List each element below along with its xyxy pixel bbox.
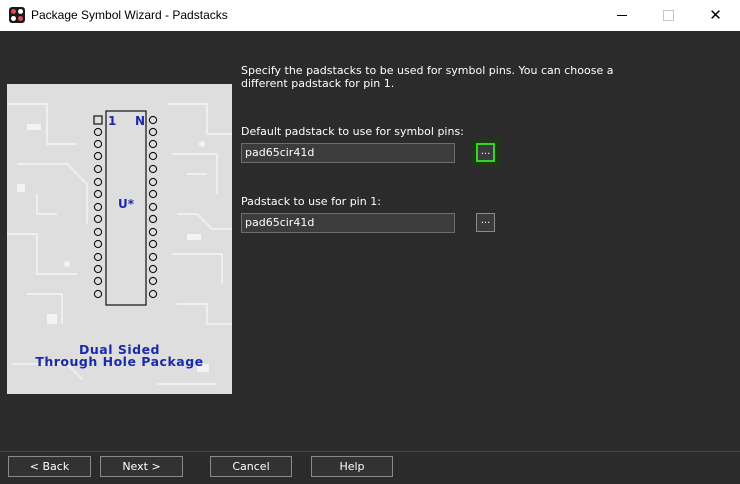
next-button[interactable]: Next > (100, 456, 183, 477)
cancel-button[interactable]: Cancel (210, 456, 292, 477)
package-caption-line2: Through Hole Package (35, 354, 204, 369)
pin1-square-pad (93, 115, 103, 125)
pin1-padstack-input[interactable]: pad65cir41d (241, 213, 455, 233)
default-padstack-label: Default padstack to use for symbol pins: (241, 125, 464, 138)
back-button[interactable]: < Back (8, 456, 91, 477)
app-icon (9, 7, 25, 23)
maximize-button[interactable] (645, 0, 691, 31)
default-padstack-browse-button[interactable]: ... (476, 143, 495, 162)
help-button[interactable]: Help (311, 456, 393, 477)
maximize-icon (662, 10, 674, 21)
description-text: Specify the padstacks to be used for sym… (241, 64, 614, 90)
minimize-button[interactable] (599, 0, 645, 31)
minimize-icon (617, 15, 627, 16)
refdes-label: U* (118, 197, 135, 211)
close-icon: ✕ (709, 6, 722, 24)
default-padstack-input[interactable]: pad65cir41d (241, 143, 455, 163)
package-preview-image: 1 N U* Dual Sided Through Hole Package (7, 84, 232, 394)
pin1-label: 1 (108, 114, 117, 128)
window-title: Package Symbol Wizard - Padstacks (31, 8, 228, 22)
pin1-padstack-browse-button[interactable]: ... (476, 213, 495, 232)
title-bar: Package Symbol Wizard - Padstacks ✕ (0, 0, 740, 31)
pin1-padstack-label: Padstack to use for pin 1: (241, 195, 381, 208)
pinN-label: N (135, 114, 146, 128)
close-button[interactable]: ✕ (691, 0, 740, 31)
